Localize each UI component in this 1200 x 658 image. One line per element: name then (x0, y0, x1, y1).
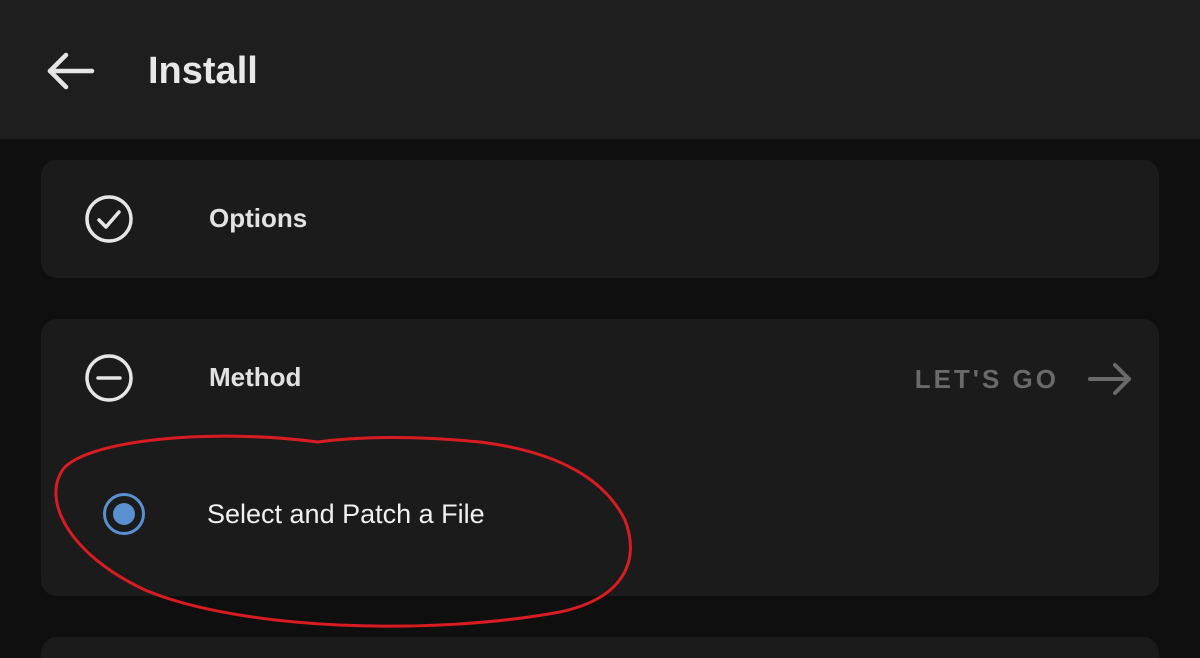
lets-go-button[interactable]: LET'S GO (915, 357, 1133, 401)
arrow-right-icon (1088, 363, 1131, 395)
next-card (41, 637, 1159, 658)
back-button[interactable] (40, 46, 100, 96)
method-card: Method LET'S GO Select and Patch a File (41, 319, 1159, 596)
arrow-left-icon (47, 52, 95, 90)
select-and-patch-label: Select and Patch a File (207, 499, 485, 529)
lets-go-label: LET'S GO (914, 363, 1059, 394)
select-and-patch-option[interactable]: Select and Patch a File (81, 487, 641, 547)
method-label: Method (209, 362, 302, 392)
options-card[interactable]: Options (41, 160, 1159, 278)
install-screen: Install Options Method LET'S GO Select a… (0, 0, 1200, 658)
top-app-bar: Install (0, 0, 1200, 139)
options-label: Options (209, 203, 308, 233)
radio-button[interactable] (103, 493, 145, 535)
radio-dot (113, 503, 135, 525)
minus-circle-icon (85, 354, 133, 402)
page-title: Install (148, 50, 258, 92)
check-circle-icon (85, 195, 133, 243)
